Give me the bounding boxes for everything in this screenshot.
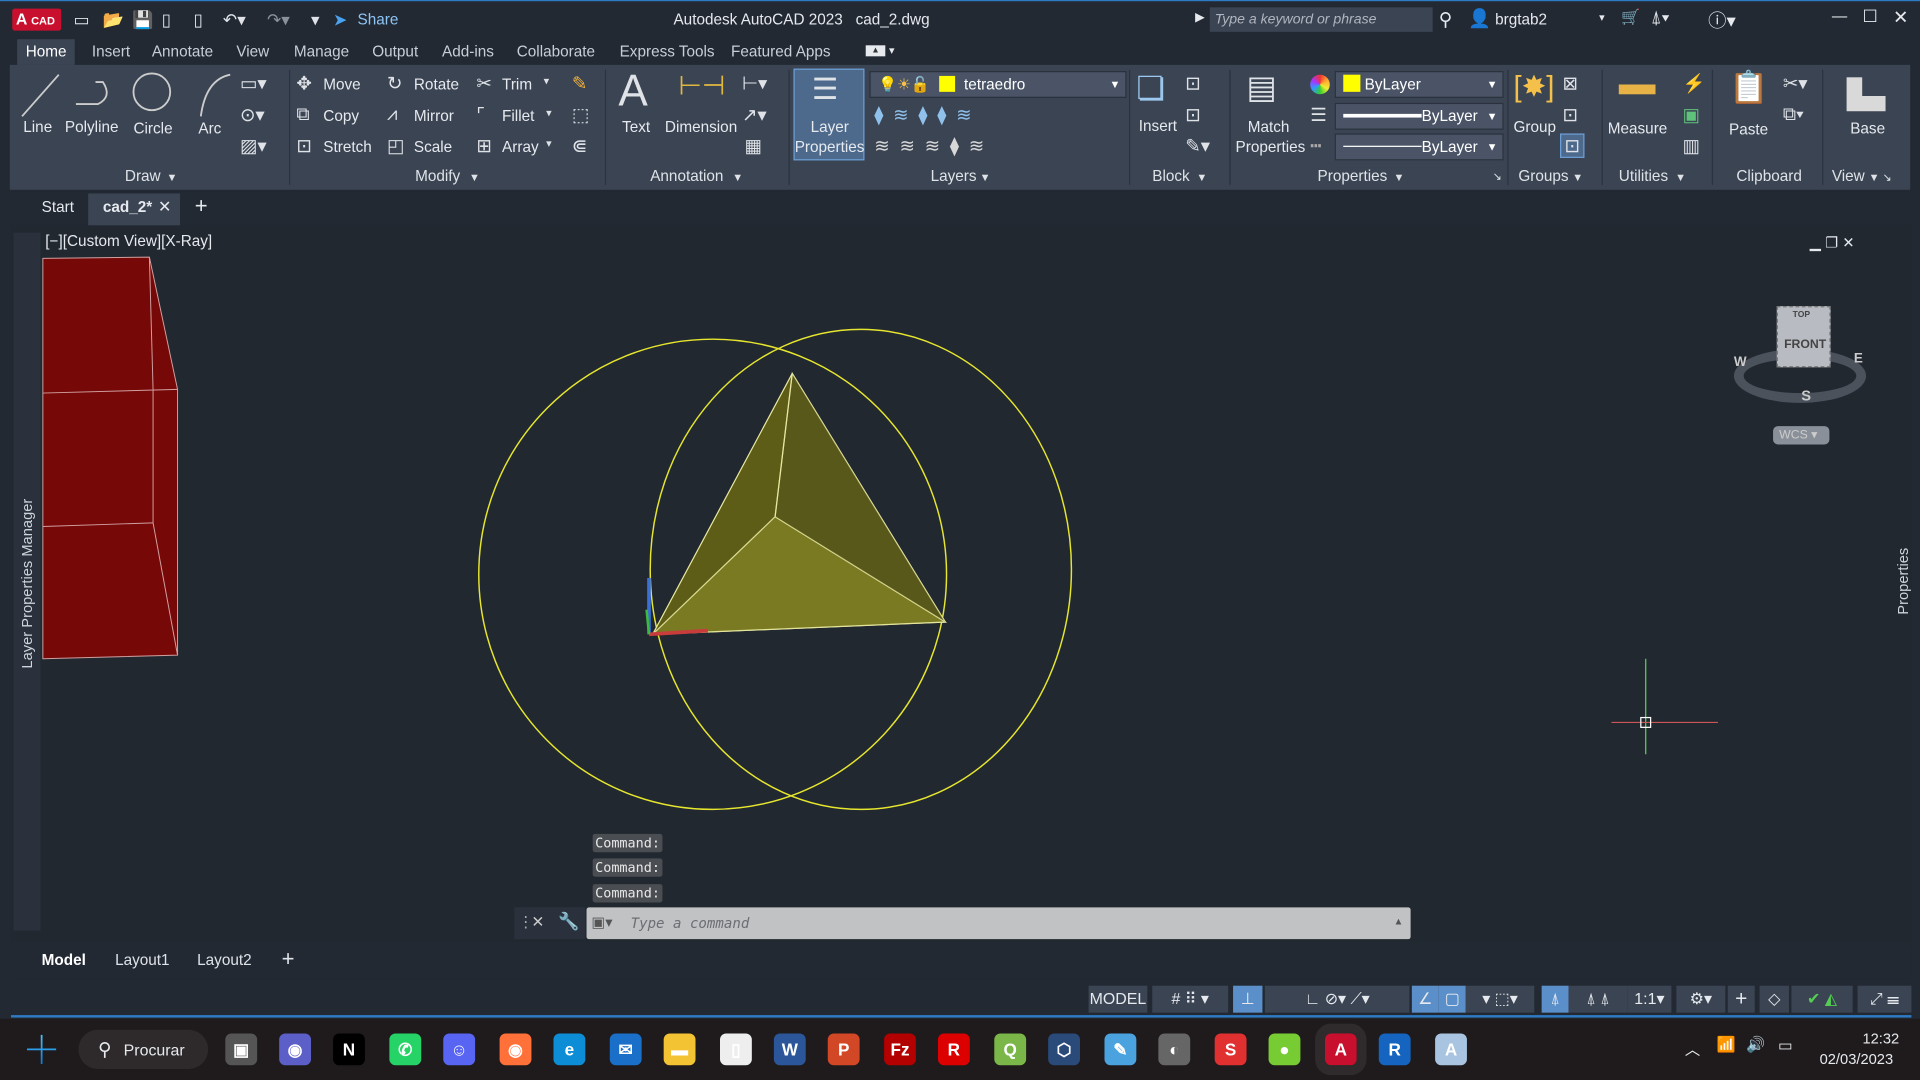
taskbar-app-sketchup[interactable]: S <box>1214 1033 1247 1066</box>
taskbar-app-discord[interactable]: ☺ <box>443 1033 476 1066</box>
3d-osnap-icon[interactable]: ▾ ⬚▾ <box>1465 985 1535 1013</box>
taskbar-app-filezilla[interactable]: Fz <box>884 1033 916 1066</box>
clock-time[interactable]: 12:32 <box>1862 1030 1899 1047</box>
quick-properties-icon[interactable]: ✔ ◭ <box>1791 985 1853 1013</box>
wcs-dropdown[interactable]: WCS ▾ <box>1773 426 1830 445</box>
viewcube[interactable]: TOP FRONT W E S WCS ▾ <box>1731 300 1873 447</box>
infer-constraints-icon[interactable]: ⊥ <box>1233 985 1263 1013</box>
command-history-line: Command: <box>592 833 663 853</box>
object-snap-tracking-icon[interactable]: ▢ <box>1438 985 1466 1013</box>
taskbar-app-edge[interactable]: e <box>553 1033 586 1066</box>
command-input[interactable]: ▣▾ Type a command ▲ <box>586 907 1411 940</box>
volume-icon[interactable]: 🔊 <box>1746 1036 1765 1054</box>
taskbar-app-libreoffice[interactable]: ▯ <box>720 1033 752 1066</box>
units-icon[interactable]: ◇ <box>1759 985 1789 1013</box>
tetrahedron <box>651 371 948 635</box>
annotation-scale-icons[interactable]: ⍋ ⍋ <box>1568 985 1628 1013</box>
taskbar-app-whatsapp[interactable]: ✆ <box>389 1033 422 1066</box>
windows-start-icon[interactable] <box>26 1034 57 1065</box>
taskbar-app-thunderbird[interactable]: ✉ <box>609 1033 642 1066</box>
autocad-window: A CAD ▭ 📂 💾 ▯ ▯ ↶▾ ↷▾ ▾ ➤ Share Autodesk … <box>0 0 1920 1080</box>
taskbar-app-revit[interactable]: R <box>1378 1033 1411 1066</box>
taskbar-app-netflix[interactable]: N <box>333 1033 365 1066</box>
close-command-icon[interactable]: ✕ <box>531 912 544 930</box>
taskbar-app-autocad[interactable]: A <box>1315 1023 1367 1076</box>
ortho-polar-osnap-icons[interactable]: ∟ ⊘▾ ⟋▾ <box>1264 985 1410 1013</box>
command-history-line: Command: <box>592 858 663 877</box>
taskbar-app-qgis[interactable]: Q <box>994 1033 1027 1066</box>
annotation-scale-dropdown[interactable]: 1:1▾ <box>1627 985 1672 1013</box>
taskbar-app-notepad[interactable]: A <box>1435 1033 1467 1066</box>
taskbar-search[interactable]: ⚲ Procurar <box>78 1029 209 1069</box>
customize-wrench-icon[interactable]: 🔧 <box>558 911 579 932</box>
battery-icon[interactable]: ▭ <box>1778 1036 1792 1054</box>
annotation-monitor-icon[interactable]: + <box>1727 985 1755 1013</box>
taskbar-app-gimp[interactable]: ◐ <box>1158 1033 1191 1066</box>
crosshair-cursor <box>1611 658 1718 755</box>
red-box-solid <box>42 256 179 660</box>
fullscreen-and-menu-icons[interactable]: ⤢ ☰ <box>1857 985 1912 1013</box>
tray-overflow-icon[interactable]: ︿ <box>1685 1036 1700 1059</box>
taskbar-app-nero[interactable]: ● <box>1268 1033 1301 1066</box>
taskbar-app-word[interactable]: W <box>773 1033 806 1066</box>
taskbar-app-powerpoint[interactable]: P <box>827 1033 860 1066</box>
windows-taskbar: ⚲ Procurar ▣ ◉ N ✆ ☺ ◉ e ✉ ▬ ▯ W P Fz R Q ⬡ ✎ ◐ S ● A R A ︿ 📶 … <box>0 1018 1920 1080</box>
search-icon: ⚲ <box>97 1039 112 1061</box>
compass-south[interactable]: S <box>1801 387 1811 404</box>
taskbar-app-file-explorer[interactable]: ▬ <box>663 1033 696 1066</box>
tab-layout1[interactable]: Layout1 <box>115 951 169 968</box>
command-line: ⋮ ✕ 🔧 ▣▾ Type a command ▲ <box>514 907 1411 940</box>
isometric-icon[interactable]: ∠ <box>1411 985 1439 1013</box>
status-bar: MODEL # ⠿ ▾ ⊥ ∟ ⊘▾ ⟋▾ ∠ ▢ ▾ ⬚▾ ⍋ ⍋ ⍋ 1:1… <box>11 979 1912 1018</box>
taskbar-app-task-view[interactable]: ▣ <box>225 1033 258 1066</box>
viewcube-face[interactable]: TOP FRONT <box>1776 306 1831 368</box>
wifi-icon[interactable]: 📶 <box>1717 1036 1736 1054</box>
model-space-button[interactable]: MODEL <box>1088 985 1148 1013</box>
compass-east[interactable]: E <box>1854 351 1863 366</box>
taskbar-app-revo[interactable]: R <box>937 1033 970 1066</box>
taskbar-app-teams[interactable]: ◉ <box>279 1033 312 1066</box>
workspace-gear-icon[interactable]: ⚙▾ <box>1676 985 1726 1013</box>
grid-snap-icons[interactable]: # ⠿ ▾ <box>1152 985 1229 1013</box>
command-history-line: Command: <box>592 884 663 903</box>
clock-date[interactable]: 02/03/2023 <box>1820 1051 1894 1068</box>
layout-tabs: Model Layout1 Layout2 + <box>11 944 1912 979</box>
annotation-visibility-icon[interactable]: ⍋ <box>1541 985 1569 1013</box>
compass-west[interactable]: W <box>1734 355 1747 370</box>
command-history-toggle-icon[interactable]: ▲ <box>1394 916 1404 927</box>
taskbar-app-paint[interactable]: ✎ <box>1104 1033 1137 1066</box>
taskbar-app-virtualbox[interactable]: ⬡ <box>1048 1033 1081 1066</box>
tab-model[interactable]: Model <box>42 951 86 968</box>
new-layout-icon[interactable]: + <box>282 947 295 973</box>
command-prompt-icon[interactable]: ▣▾ <box>591 913 612 930</box>
tab-layout2[interactable]: Layout2 <box>197 951 251 968</box>
taskbar-app-firefox[interactable]: ◉ <box>499 1033 532 1066</box>
